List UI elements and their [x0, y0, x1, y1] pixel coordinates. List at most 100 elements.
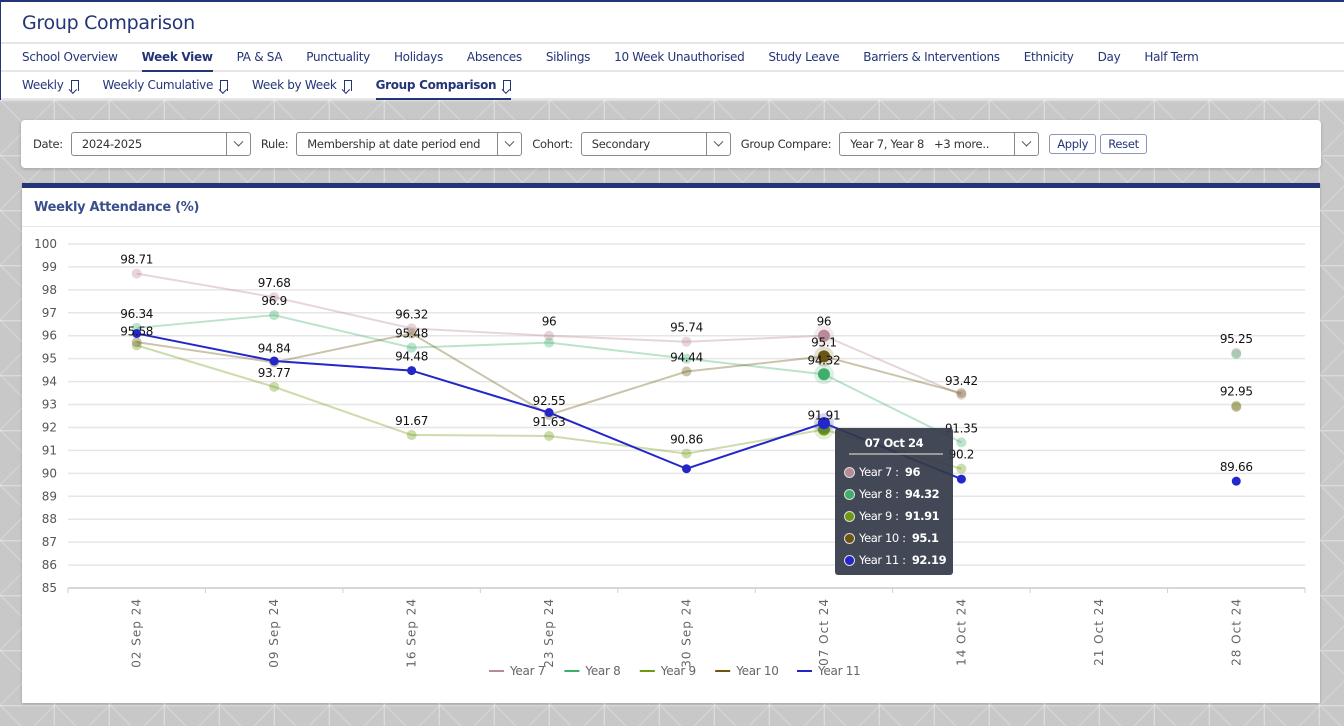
y-tick-label: 92: [42, 420, 57, 434]
y-tick-label: 91: [42, 443, 57, 457]
data-label: 91.63: [533, 415, 566, 429]
data-point: [269, 310, 280, 321]
data-point: [681, 336, 692, 347]
data-point: [956, 388, 967, 399]
legend-item-label: Year 7: [509, 664, 545, 678]
data-point: [1231, 349, 1242, 360]
tooltip-divider: [849, 453, 943, 455]
data-label: 90.86: [670, 433, 703, 447]
tooltip-row-value: 95.1: [911, 531, 939, 545]
data-label: 97.68: [258, 276, 291, 290]
data-label: 98.71: [120, 253, 153, 267]
data-point: [269, 381, 280, 392]
x-tick-label: 16 Sep 24: [405, 598, 419, 668]
series-dot-icon: [844, 510, 855, 522]
x-tick-label: 23 Sep 24: [542, 598, 556, 668]
line-chart: 100 99 98 97 96 95 94 93 92 91 90 89 88 87 86 85 02 Sep …: [34, 237, 1306, 678]
tooltip-row-value: 91.91: [904, 509, 940, 523]
data-label: 92.55: [533, 394, 566, 408]
legend-item-label: Year 11: [817, 664, 860, 678]
data-point: [956, 437, 967, 448]
x-tick-label: 14 Oct 24: [954, 598, 968, 666]
tooltip-row-label: Year 10 :: [859, 531, 909, 545]
tooltip-row-value: 92.19: [911, 553, 947, 567]
tooltip-row-value: 96: [904, 465, 921, 479]
series-dot-icon: [844, 532, 855, 544]
tooltip-row-label: Year 9 :: [859, 509, 902, 523]
data-label: 95.58: [120, 324, 153, 338]
tooltip-row-label: Year 11 :: [859, 553, 909, 567]
data-label: 95.25: [1220, 332, 1253, 346]
data-point: [956, 474, 966, 484]
y-tick-label: 93: [42, 398, 57, 412]
data-label: 93.77: [258, 366, 291, 380]
y-tick-label: 89: [42, 489, 57, 503]
data-label: 96: [817, 315, 832, 329]
y-tick-label: 100: [34, 237, 57, 251]
x-tick-label: 21 Oct 24: [1092, 598, 1106, 666]
data-label: 89.66: [1220, 460, 1253, 474]
data-label: 94.32: [808, 353, 841, 367]
chart-tooltip: 07 Oct 24 Year 7 : 96 Year 8 : 94.32 Year …: [835, 428, 953, 575]
y-tick-label: 99: [42, 260, 57, 274]
series-dot-icon: [844, 488, 855, 500]
x-tick-label: 30 Sep 24: [680, 598, 694, 668]
data-point: [956, 463, 967, 474]
data-point: [682, 464, 691, 474]
tooltip-row: Year 8 : 94.32: [835, 483, 953, 505]
y-tick-label: 88: [42, 512, 57, 526]
data-label: 94.48: [395, 350, 428, 364]
data-label: 96: [542, 315, 557, 329]
data-point: [131, 268, 142, 279]
legend-item-label: Year 10: [735, 664, 778, 678]
data-point: [544, 337, 555, 348]
data-label: 91.67: [395, 414, 428, 428]
data-point: [1231, 401, 1242, 412]
data-label: 96.32: [395, 307, 428, 321]
y-tick-label: 94: [42, 375, 57, 389]
y-tick-label: 85: [42, 581, 57, 595]
x-tick-label: 02 Sep 24: [130, 598, 144, 668]
series-dot-icon: [844, 554, 855, 566]
data-label: 94.44: [670, 351, 703, 365]
y-tick-label: 97: [42, 306, 57, 320]
tooltip-row-label: Year 8 :: [859, 487, 902, 501]
x-tick-label: 07 Oct 24: [817, 598, 831, 666]
tooltip-row: Year 9 : 91.91: [835, 505, 953, 527]
tooltip-row: Year 10 : 95.1: [835, 527, 953, 549]
tooltip-row: Year 7 : 96: [835, 461, 953, 483]
y-tick-label: 90: [42, 466, 57, 480]
data-point: [544, 430, 555, 441]
data-label: 93.42: [945, 374, 978, 388]
tooltip-title: 07 Oct 24: [864, 436, 924, 450]
x-tick-label: 09 Sep 24: [267, 598, 281, 668]
y-tick-label: 95: [42, 352, 57, 366]
y-tick-label: 86: [42, 558, 57, 572]
y-tick-label: 98: [42, 283, 57, 297]
legend-item-label: Year 9: [660, 664, 696, 678]
data-label: 94.84: [258, 341, 291, 355]
data-label: 91.91: [808, 409, 841, 423]
data-point: [681, 448, 692, 459]
data-label: 96.34: [120, 307, 153, 321]
data-point: [269, 356, 279, 366]
data-label: 95.74: [670, 321, 703, 335]
data-point: [407, 366, 417, 376]
tooltip-row: Year 11 : 92.19: [835, 549, 953, 571]
x-tick-label: 28 Oct 24: [1229, 598, 1243, 666]
y-tick-label: 87: [42, 535, 57, 549]
legend-item-label: Year 8: [584, 664, 620, 678]
data-label: 95.1: [811, 335, 837, 349]
data-point: [406, 430, 417, 441]
tooltip-row-label: Year 7 :: [859, 465, 902, 479]
data-label: 92.95: [1220, 385, 1253, 399]
y-tick-label: 96: [42, 329, 57, 343]
data-point: [1231, 476, 1241, 486]
data-point: [131, 337, 142, 348]
data-label: 96.9: [261, 294, 287, 308]
data-label: 95.48: [395, 327, 428, 341]
data-point: [681, 366, 692, 377]
data-point: [817, 368, 830, 381]
series-dot-icon: [844, 466, 855, 478]
tooltip-row-value: 94.32: [904, 487, 940, 501]
